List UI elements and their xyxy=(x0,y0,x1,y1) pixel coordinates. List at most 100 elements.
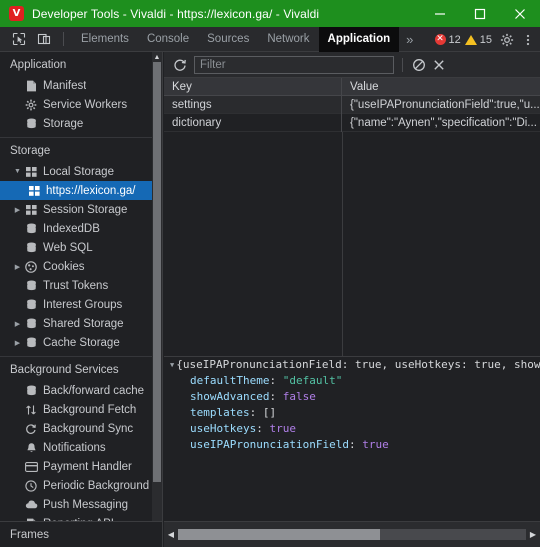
property-value: false xyxy=(282,390,316,403)
property-name: useIPAPronunciationField xyxy=(190,438,349,451)
expander-arrow-right-icon[interactable]: ▶ xyxy=(12,206,23,214)
application-sidebar: Application Manifest Service Workers Sto… xyxy=(0,52,163,547)
scroll-right-arrow-icon[interactable]: ▶ xyxy=(526,522,540,547)
sidebar-item-trust-tokens[interactable]: Trust Tokens xyxy=(0,276,162,295)
sidebar-item-service-workers[interactable]: Service Workers xyxy=(0,95,162,114)
sidebar-item-cookies[interactable]: ▶ Cookies xyxy=(0,257,162,276)
gear-icon[interactable] xyxy=(496,29,517,50)
scrollbar-track[interactable] xyxy=(178,529,526,540)
scrollbar-thumb[interactable] xyxy=(153,62,161,482)
window-title-bar: V Developer Tools - Vivaldi - https://le… xyxy=(0,0,540,27)
cell-value[interactable]: {"name":"Aynen","specification":"Di... xyxy=(342,114,540,132)
sidebar-item-label: Trust Tokens xyxy=(43,279,109,292)
sidebar-item-manifest[interactable]: Manifest xyxy=(0,76,162,95)
sidebar-item-cache-storage[interactable]: ▶ Cache Storage xyxy=(0,333,162,352)
storage-table: Key Value settings {"useIPAPronunciation… xyxy=(164,77,540,370)
minimize-button[interactable] xyxy=(420,0,460,27)
sidebar-item-lexicon-origin[interactable]: https://lexicon.ga/ xyxy=(0,181,162,200)
credit-card-icon xyxy=(23,461,39,472)
sidebar-item-notifications[interactable]: Notifications xyxy=(0,438,162,457)
preview-property[interactable]: useHotkeys: true xyxy=(164,421,540,437)
scroll-up-arrow-icon[interactable]: ▲ xyxy=(152,52,162,62)
sidebar-section-background-services: Background Services xyxy=(10,364,119,376)
sidebar-item-background-sync[interactable]: Background Sync xyxy=(0,419,162,438)
property-name: defaultTheme xyxy=(190,374,270,387)
preview-property[interactable]: templates: [] xyxy=(164,405,540,421)
table-row[interactable]: settings {"useIPAPronunciationField":tru… xyxy=(164,95,540,114)
cell-key[interactable]: dictionary xyxy=(164,113,342,132)
preview-property[interactable]: defaultTheme: "default" xyxy=(164,373,540,389)
tab-console[interactable]: Console xyxy=(138,27,198,52)
sidebar-item-push-messaging[interactable]: Push Messaging xyxy=(0,495,162,514)
window-controls xyxy=(420,0,540,27)
error-count: 12 xyxy=(448,33,461,46)
x-close-icon[interactable] xyxy=(429,55,449,75)
sidebar-item-background-fetch[interactable]: Background Fetch xyxy=(0,400,162,419)
error-badge[interactable]: ✕ 12 xyxy=(434,33,461,46)
tab-elements[interactable]: Elements xyxy=(72,27,138,52)
expander-arrow-right-icon[interactable]: ▶ xyxy=(12,320,23,328)
kebab-menu-icon[interactable] xyxy=(517,29,538,50)
refresh-icon[interactable] xyxy=(170,55,190,75)
sidebar-item-back-forward-cache[interactable]: Back/forward cache xyxy=(0,381,162,400)
sidebar-item-label: https://lexicon.ga/ xyxy=(46,184,136,197)
property-name: templates xyxy=(190,406,250,419)
preview-property[interactable]: useIPAPronunciationField: true xyxy=(164,437,540,453)
frames-section-header[interactable]: Frames xyxy=(0,521,162,547)
filter-input[interactable] xyxy=(194,55,394,74)
database-icon xyxy=(23,223,39,235)
sidebar-item-label: Interest Groups xyxy=(43,298,123,311)
no-entry-clear-icon[interactable] xyxy=(409,55,429,75)
sidebar-item-local-storage[interactable]: ▼ Local Storage xyxy=(0,162,162,181)
sidebar-item-interest-groups[interactable]: Interest Groups xyxy=(0,295,162,314)
sidebar-item-payment-handler[interactable]: Payment Handler xyxy=(0,457,162,476)
local-storage-panel: Key Value settings {"useIPAPronunciation… xyxy=(164,52,540,547)
tab-sources[interactable]: Sources xyxy=(198,27,258,52)
sidebar-item-indexeddb[interactable]: IndexedDB xyxy=(0,219,162,238)
cell-key[interactable]: settings xyxy=(164,95,342,114)
maximize-button[interactable] xyxy=(460,0,500,27)
clock-icon xyxy=(23,479,39,492)
expander-arrow-down-icon[interactable]: ▼ xyxy=(12,168,23,175)
table-empty-area[interactable] xyxy=(164,132,540,370)
chevron-down-icon[interactable]: ▼ xyxy=(170,357,174,373)
expander-arrow-right-icon[interactable]: ▶ xyxy=(12,339,23,347)
expander-arrow-right-icon[interactable]: ▶ xyxy=(12,263,23,271)
sidebar-item-session-storage[interactable]: ▶ Session Storage xyxy=(0,200,162,219)
table-row[interactable]: dictionary {"name":"Aynen","specificatio… xyxy=(164,113,540,132)
error-circle-icon: ✕ xyxy=(434,34,446,45)
sidebar-item-shared-storage[interactable]: ▶ Shared Storage xyxy=(0,314,162,333)
column-header-key[interactable]: Key xyxy=(164,77,342,96)
cell-value[interactable]: {"useIPAPronunciationField":true,"u... xyxy=(342,96,540,114)
bell-icon xyxy=(23,442,39,454)
column-header-value[interactable]: Value xyxy=(342,78,540,96)
sidebar-item-storage[interactable]: Storage xyxy=(0,114,162,133)
warning-triangle-icon xyxy=(464,34,477,45)
scroll-left-arrow-icon[interactable]: ◀ xyxy=(164,522,178,547)
sidebar-item-periodic-background-sync[interactable]: Periodic Background Sync xyxy=(0,476,162,495)
preview-property[interactable]: showAdvanced: false xyxy=(164,389,540,405)
property-name: useHotkeys xyxy=(190,422,257,435)
vivaldi-logo-icon: V xyxy=(9,6,24,21)
frames-label: Frames xyxy=(10,528,49,541)
sidebar-scrollbar[interactable]: ▲ ▼ xyxy=(152,52,162,547)
value-preview-pane: ▼ {useIPAPronunciationField: true, useHo… xyxy=(164,356,540,521)
sidebar-item-web-sql[interactable]: Web SQL xyxy=(0,238,162,257)
column-divider[interactable] xyxy=(342,132,343,370)
more-tabs-button[interactable]: » xyxy=(399,27,420,52)
warning-badge[interactable]: 15 xyxy=(464,34,492,46)
inspect-element-icon[interactable] xyxy=(8,28,30,50)
close-button[interactable] xyxy=(500,0,540,27)
preview-root-line[interactable]: ▼ {useIPAPronunciationField: true, useHo… xyxy=(164,357,540,373)
tab-application[interactable]: Application xyxy=(318,26,400,52)
sidebar-item-label: Shared Storage xyxy=(43,317,124,330)
tab-network[interactable]: Network xyxy=(258,27,318,52)
filter-separator xyxy=(402,57,403,72)
issues-summary[interactable]: ✕ 12 15 xyxy=(431,30,499,49)
sidebar-item-label: Push Messaging xyxy=(43,498,129,511)
scrollbar-thumb[interactable] xyxy=(178,529,380,540)
sidebar-item-label: Cache Storage xyxy=(43,336,120,349)
horizontal-scrollbar[interactable]: ◀ ▶ xyxy=(164,521,540,547)
device-toolbar-icon[interactable] xyxy=(33,28,55,50)
table-grid-icon xyxy=(23,204,39,215)
